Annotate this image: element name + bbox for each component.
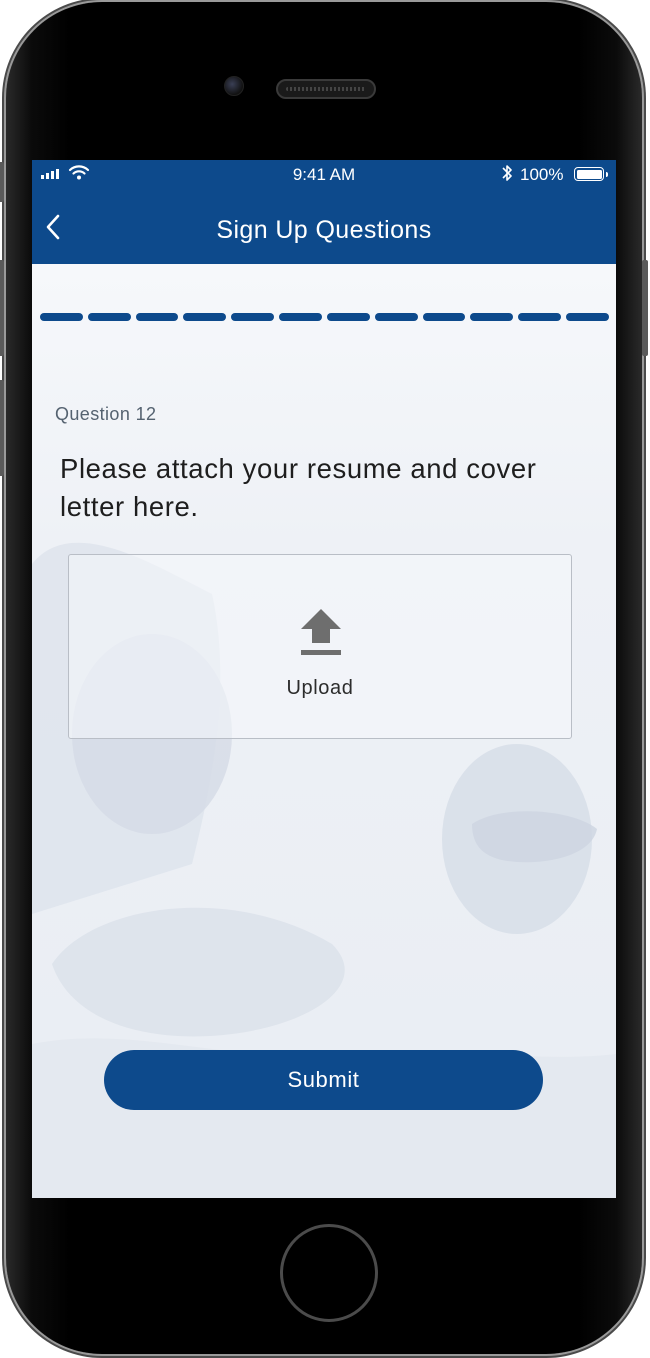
volume-down-button [0,380,4,476]
progress-segment [135,313,179,321]
app-screen: 9:41 AM 100% Sign Up Questions Question … [32,160,616,1198]
submit-button[interactable]: Submit [104,1050,543,1110]
question-text: Please attach your resume and cover lett… [60,453,537,522]
progress-segment [87,313,131,321]
question-number: Question 12 [55,404,157,424]
power-button [642,260,648,356]
upload-dropzone[interactable]: Upload [68,554,572,739]
earpiece-speaker [276,79,376,99]
progress-segment [183,313,227,321]
mute-switch [0,162,4,202]
navigation-bar: Sign Up Questions [32,188,616,264]
volume-up-button [0,260,4,356]
battery-icon [574,167,608,181]
progress-segment [470,313,514,321]
home-button[interactable] [280,1224,378,1322]
progress-segment [518,313,562,321]
bluetooth-icon [502,165,512,181]
progress-segment [566,313,609,321]
upload-label: Upload [286,677,354,699]
progress-indicator [40,313,609,321]
status-bar: 9:41 AM 100% [32,160,616,188]
progress-segment [279,313,322,321]
upload-arrow-icon [301,609,341,655]
progress-segment [422,313,466,321]
progress-segment [40,313,83,321]
progress-segment [326,313,370,321]
front-camera [224,76,244,96]
progress-segment [374,313,418,321]
progress-segment [231,313,275,321]
page-title: Sign Up Questions [216,216,432,244]
battery-percentage: 100% [520,165,564,184]
